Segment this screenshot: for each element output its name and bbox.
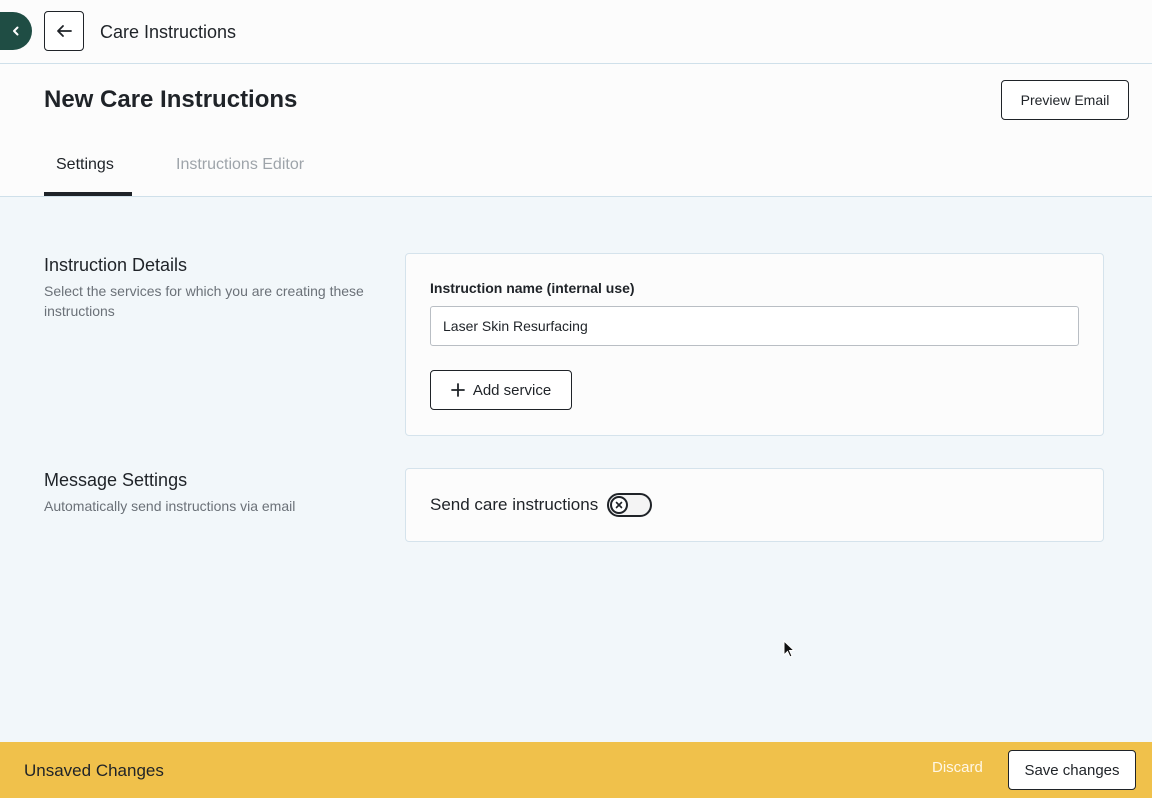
discard-button[interactable]: Discard [932, 759, 983, 776]
active-tab-indicator [44, 192, 132, 196]
arrow-left-icon [57, 25, 72, 37]
unsaved-changes-label: Unsaved Changes [24, 761, 164, 780]
save-changes-button[interactable]: Save changes [1008, 750, 1136, 790]
add-service-label: Add service [472, 381, 552, 399]
instruction-name-input[interactable] [430, 306, 1079, 346]
tab-instructions-editor[interactable]: Instructions Editor [176, 154, 304, 176]
send-care-instructions-toggle[interactable] [607, 493, 652, 517]
tab-settings[interactable]: Settings [56, 154, 114, 176]
sidebar-collapse-button[interactable] [0, 12, 32, 50]
mouse-cursor-icon [783, 640, 796, 658]
toggle-knob [610, 496, 628, 514]
instruction-name-label: Instruction name (internal use) [430, 280, 635, 296]
send-care-instructions-label: Send care instructions [430, 495, 599, 514]
message-settings-title: Message Settings [44, 470, 188, 490]
preview-email-button[interactable]: Preview Email [1001, 80, 1129, 120]
close-icon [615, 501, 623, 509]
unsaved-changes-bar: Unsaved Changes Discard Save changes [0, 742, 1152, 798]
page-title: New Care Instructions [44, 86, 298, 113]
chevron-left-icon [13, 26, 19, 36]
page-header: New Care Instructions Preview Email Sett… [0, 64, 1152, 197]
top-bar: Care Instructions [0, 0, 1152, 64]
plus-icon [450, 383, 465, 397]
message-settings-description: Automatically send instructions via emai… [44, 498, 296, 514]
add-service-button[interactable]: Add service [430, 370, 572, 410]
instruction-details-description: Select the services for which you are cr… [44, 283, 364, 319]
back-button[interactable] [44, 11, 84, 51]
breadcrumb-title: Care Instructions [100, 22, 237, 42]
instruction-details-title: Instruction Details [44, 255, 188, 275]
